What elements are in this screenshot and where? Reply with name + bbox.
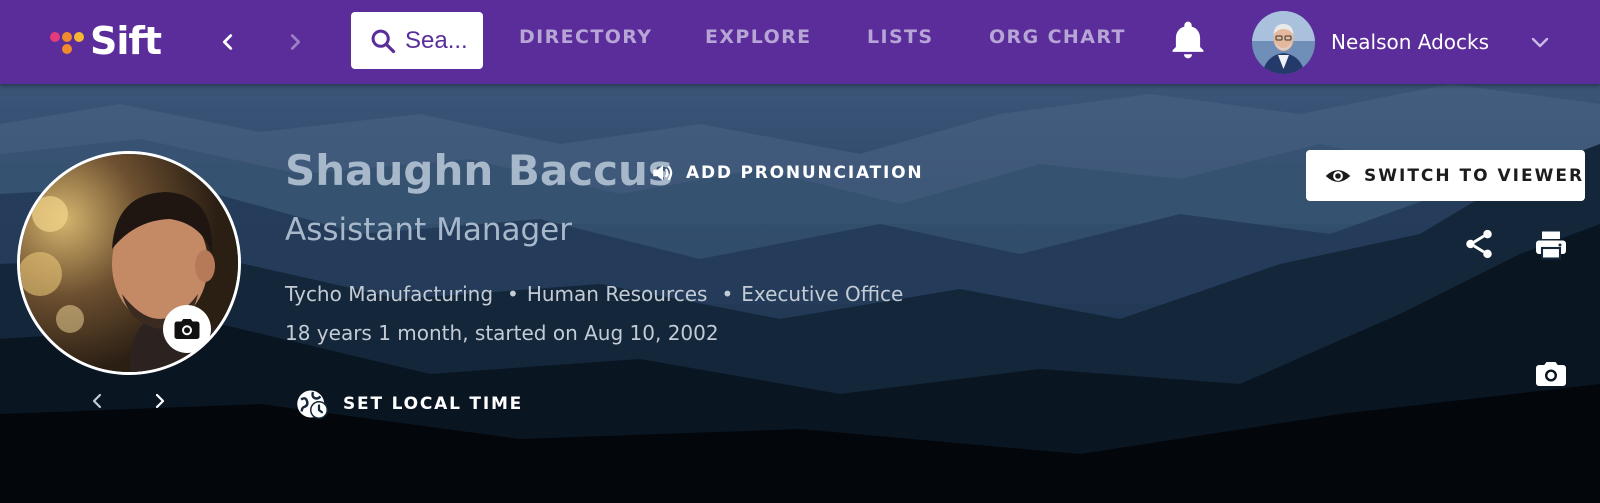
profile-photo[interactable] — [17, 151, 241, 375]
top-nav: Sift DIRECTORY EXPLORE LISTS ORG CHART — [0, 0, 1600, 84]
search-icon — [371, 29, 396, 53]
search-box[interactable] — [351, 12, 483, 69]
chevron-left-icon — [222, 34, 233, 50]
globe-clock-icon — [297, 390, 328, 419]
job-title: Assistant Manager — [285, 212, 572, 248]
add-pronunciation-button[interactable]: ADD PRONUNCIATION — [650, 160, 923, 186]
tenure-text: 18 years 1 month, started on Aug 10, 200… — [285, 321, 719, 345]
set-local-time-label: SET LOCAL TIME — [343, 394, 524, 414]
office-name[interactable]: Executive Office — [741, 282, 903, 306]
nav-link-explore[interactable]: EXPLORE — [705, 26, 812, 48]
company-name[interactable]: Tycho Manufacturing — [285, 282, 493, 306]
back-button[interactable] — [210, 24, 246, 60]
eye-icon — [1325, 169, 1351, 182]
change-cover-camera-icon[interactable] — [1533, 356, 1569, 392]
previous-photo-icon[interactable] — [86, 389, 110, 413]
change-photo-button[interactable] — [163, 305, 211, 353]
print-icon[interactable] — [1533, 227, 1569, 263]
next-photo-icon[interactable] — [147, 389, 171, 413]
bell-icon — [1172, 21, 1204, 59]
camera-icon — [174, 319, 200, 339]
nav-link-org-chart[interactable]: ORG CHART — [989, 26, 1126, 48]
nav-link-directory[interactable]: DIRECTORY — [519, 26, 652, 48]
switch-to-viewer-button[interactable]: SWITCH TO VIEWER — [1306, 150, 1585, 201]
sift-logo[interactable]: Sift — [48, 18, 162, 64]
chevron-down-icon[interactable] — [1528, 30, 1552, 54]
share-icon[interactable] — [1462, 227, 1496, 261]
search-input[interactable] — [405, 26, 475, 55]
chevron-right-icon — [290, 34, 301, 50]
profile-header: Shaughn Baccus ADD PRONUNCIATION Assista… — [0, 84, 1600, 503]
profile-name: Shaughn Baccus — [285, 146, 673, 195]
user-avatar — [1252, 10, 1315, 74]
user-menu[interactable]: Nealson Adocks — [1252, 10, 1489, 74]
separator: • — [507, 282, 519, 306]
nav-link-lists[interactable]: LISTS — [867, 26, 934, 48]
speaker-icon — [653, 165, 673, 181]
forward-button[interactable] — [277, 24, 313, 60]
user-name: Nealson Adocks — [1331, 30, 1490, 54]
notifications-button[interactable] — [1166, 18, 1210, 62]
switch-to-viewer-label: SWITCH TO VIEWER — [1364, 165, 1585, 186]
logo-text: Sift — [90, 19, 162, 63]
org-info: Tycho Manufacturing • Human Resources • … — [285, 282, 903, 306]
logo-dots-icon — [48, 26, 88, 56]
separator: • — [721, 282, 734, 306]
add-pronunciation-label: ADD PRONUNCIATION — [686, 163, 924, 183]
set-local-time-button[interactable]: SET LOCAL TIME — [295, 386, 523, 422]
department-name[interactable]: Human Resources — [527, 282, 708, 306]
